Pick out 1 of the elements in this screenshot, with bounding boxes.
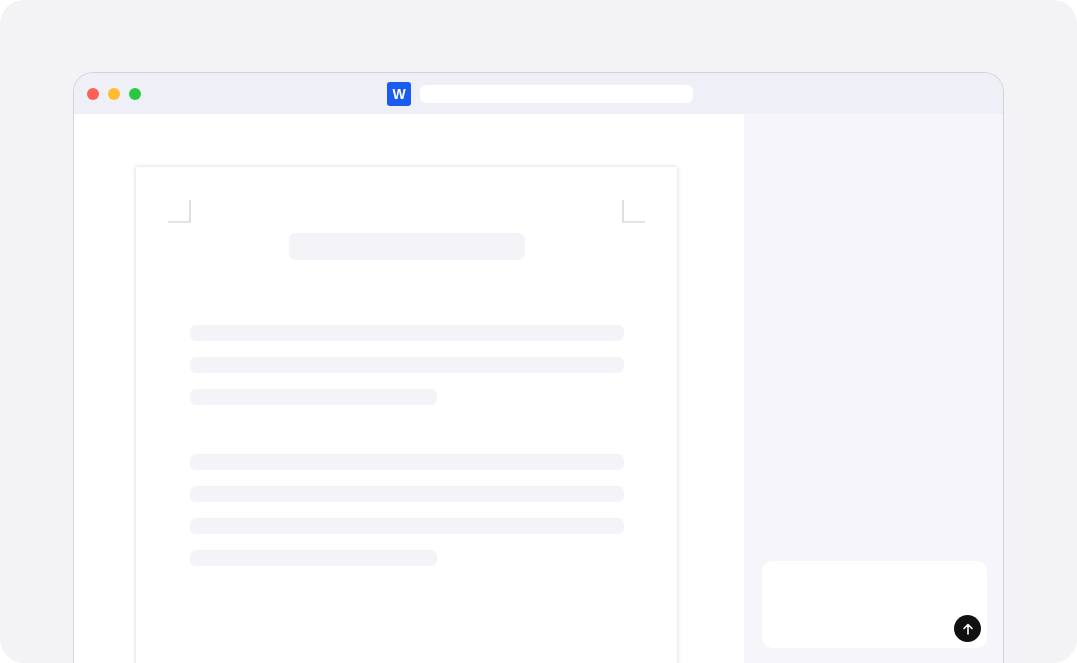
app-icon: W: [387, 81, 411, 106]
